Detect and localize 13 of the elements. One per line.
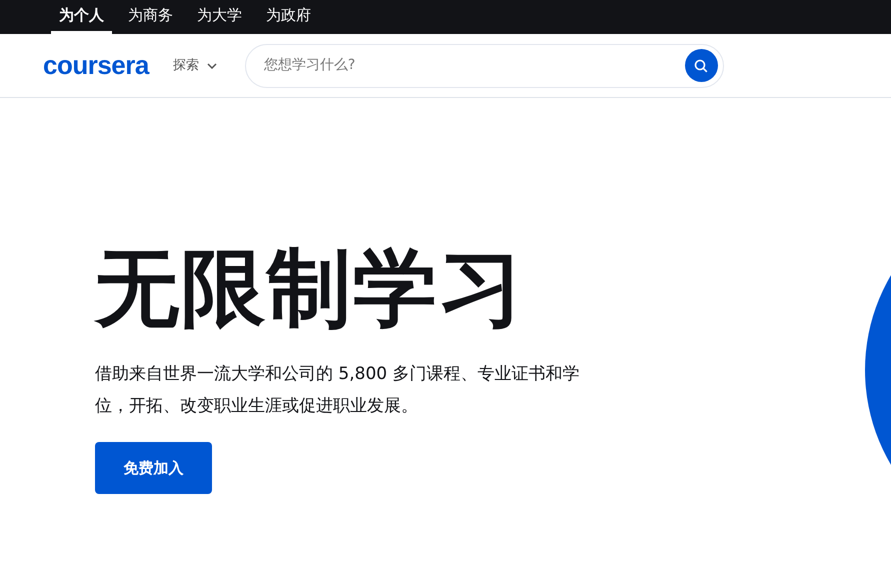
audience-tab[interactable]: 为大学 — [189, 0, 250, 34]
explore-menu[interactable]: 探索 — [172, 56, 217, 76]
hero-description: 借助来自世界一流大学和公司的 5,800 多门课程、专业证书和学位，开拓、改变职业生涯或促进职业发展。 — [95, 363, 580, 418]
hero-title: 无限制学习 — [95, 246, 526, 330]
logo[interactable]: coursera — [43, 46, 149, 85]
audience-tab[interactable]: 为商务 — [120, 0, 181, 34]
search-button[interactable] — [684, 49, 718, 82]
audience-tab[interactable]: 为个人 — [51, 0, 112, 34]
audience-tab[interactable]: 为政府 — [258, 0, 319, 34]
join-free-button[interactable]: 免费加入 — [95, 442, 212, 494]
chevron-down-icon — [206, 62, 217, 68]
search-icon — [694, 58, 708, 72]
search-field[interactable]: 您想学习什么? — [244, 44, 724, 88]
